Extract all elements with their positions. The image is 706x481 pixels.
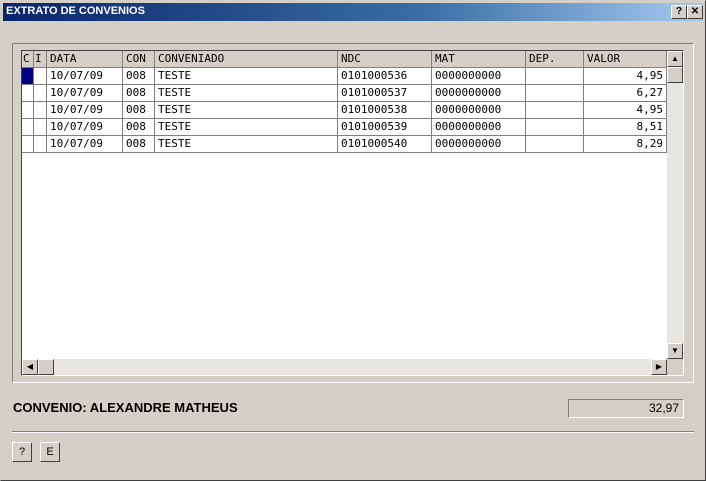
cell-mat: 0000000000 [432, 85, 526, 102]
e-button[interactable]: E [40, 442, 60, 462]
cell-con: 008 [123, 85, 155, 102]
scroll-up-icon[interactable]: ▲ [667, 51, 683, 67]
help-button[interactable]: ? [12, 442, 32, 462]
cell-data: 10/07/09 [47, 85, 123, 102]
vertical-scroll-thumb[interactable] [667, 67, 683, 83]
cell-i [34, 68, 47, 85]
cell-ndc: 0101000537 [338, 85, 432, 102]
close-button[interactable]: ✕ [687, 5, 703, 19]
convenio-label: CONVENIO: ALEXANDRE MATHEUS [13, 400, 238, 415]
horizontal-scrollbar[interactable]: ◀ ▶ [22, 359, 667, 375]
col-header-conveniado[interactable]: CONVENIADO [155, 51, 338, 68]
size-grip [667, 359, 683, 375]
cell-con: 008 [123, 102, 155, 119]
cell-i [34, 119, 47, 136]
col-header-dep[interactable]: DEP. [526, 51, 584, 68]
cell-dep [526, 119, 584, 136]
cell-ndc: 0101000540 [338, 136, 432, 153]
col-header-con[interactable]: CON [123, 51, 155, 68]
divider [12, 431, 694, 433]
cell-data: 10/07/09 [47, 136, 123, 153]
scroll-down-icon[interactable]: ▼ [667, 343, 683, 359]
cell-valor: 4,95 [584, 102, 667, 119]
scroll-left-icon[interactable]: ◀ [22, 359, 38, 375]
horizontal-scroll-thumb[interactable] [38, 359, 54, 375]
cell-data: 10/07/09 [47, 102, 123, 119]
cell-c [22, 119, 34, 136]
cell-con: 008 [123, 119, 155, 136]
cell-dep [526, 136, 584, 153]
scroll-right-icon[interactable]: ▶ [651, 359, 667, 375]
cell-ndc: 0101000536 [338, 68, 432, 85]
cell-c [22, 85, 34, 102]
cell-c [22, 68, 34, 85]
window-title: EXTRATO DE CONVENIOS [6, 5, 145, 17]
cell-conveniado: TESTE [155, 85, 338, 102]
cell-valor: 4,95 [584, 68, 667, 85]
cell-con: 008 [123, 68, 155, 85]
cell-i [34, 85, 47, 102]
extrato-window: EXTRATO DE CONVENIOS ? ✕ C I DATA CON CONVEN… [0, 0, 706, 481]
col-header-data[interactable]: DATA [47, 51, 123, 68]
convenios-grid[interactable]: C I DATA CON CONVENIADO NDC MAT DEP. VALOR 10/07/… [21, 50, 684, 376]
title-bar[interactable]: EXTRATO DE CONVENIOS ? ✕ [3, 3, 703, 21]
col-header-ndc[interactable]: NDC [338, 51, 432, 68]
cell-c [22, 102, 34, 119]
titlebar-help-button[interactable]: ? [671, 5, 687, 19]
vertical-scrollbar[interactable]: ▲ ▼ [667, 51, 683, 359]
col-header-valor[interactable]: VALOR [584, 51, 667, 68]
cell-ndc: 0101000538 [338, 102, 432, 119]
cell-dep [526, 85, 584, 102]
cell-conveniado: TESTE [155, 119, 338, 136]
cell-conveniado: TESTE [155, 68, 338, 85]
cell-data: 10/07/09 [47, 68, 123, 85]
col-header-i[interactable]: I [34, 51, 47, 68]
cell-dep [526, 68, 584, 85]
cell-con: 008 [123, 136, 155, 153]
cell-valor: 8,29 [584, 136, 667, 153]
cell-conveniado: TESTE [155, 136, 338, 153]
total-value: 32,97 [568, 399, 684, 418]
col-header-c[interactable]: C [22, 51, 34, 68]
cell-mat: 0000000000 [432, 136, 526, 153]
cell-conveniado: TESTE [155, 102, 338, 119]
cell-c [22, 136, 34, 153]
cell-mat: 0000000000 [432, 119, 526, 136]
cell-valor: 8,51 [584, 119, 667, 136]
cell-i [34, 136, 47, 153]
cell-mat: 0000000000 [432, 102, 526, 119]
cell-ndc: 0101000539 [338, 119, 432, 136]
col-header-mat[interactable]: MAT [432, 51, 526, 68]
cell-dep [526, 102, 584, 119]
cell-data: 10/07/09 [47, 119, 123, 136]
cell-i [34, 102, 47, 119]
cell-valor: 6,27 [584, 85, 667, 102]
cell-mat: 0000000000 [432, 68, 526, 85]
